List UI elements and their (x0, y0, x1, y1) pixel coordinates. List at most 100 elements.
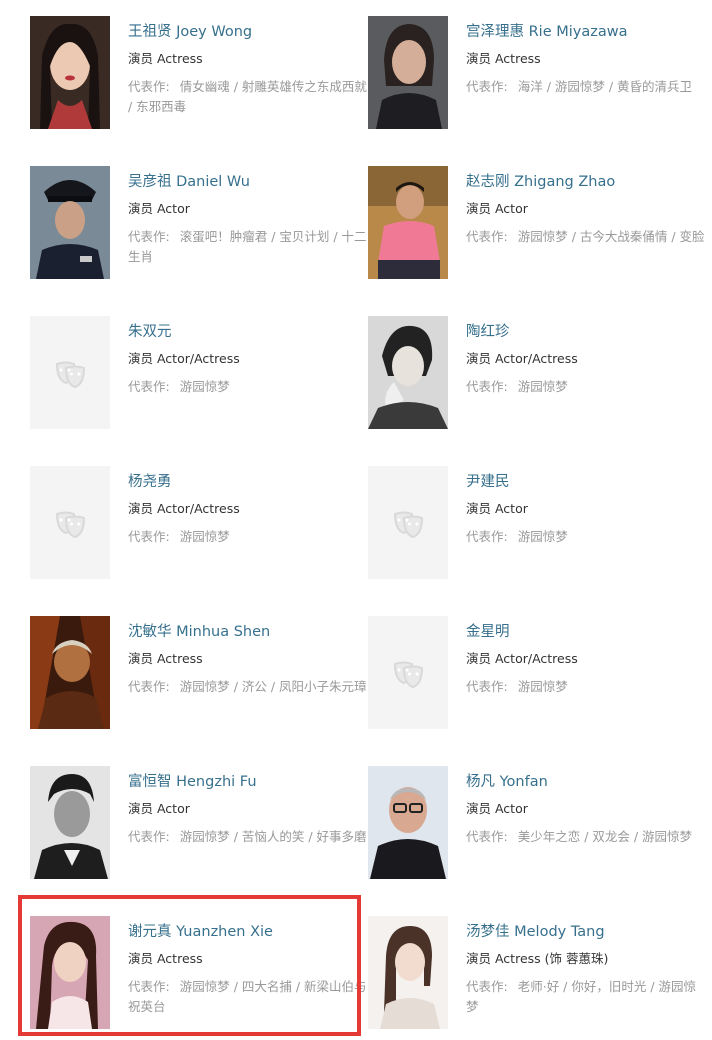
celebrity-works: 代表作: 游园惊梦 (466, 677, 706, 697)
celebrity-info: 杨尧勇 演员 Actor/Actress 代表作: 游园惊梦 (128, 472, 368, 547)
works-label: 代表作: (466, 229, 508, 244)
celebrity-info: 宫泽理惠 Rie Miyazawa 演员 Actress 代表作: 海洋 / 游园… (466, 22, 706, 97)
works-label: 代表作: (128, 229, 170, 244)
celebrity-name-link[interactable]: 杨凡 Yonfan (466, 772, 706, 792)
celebrity-card: 金星明 演员 Actor/Actress 代表作: 游园惊梦 (368, 616, 706, 732)
drama-mask-icon (30, 316, 110, 429)
celebrity-card: 富恒智 Hengzhi Fu 演员 Actor 代表作: 游园惊梦 / 苦恼人的笑… (30, 766, 368, 882)
actor-photo[interactable] (30, 766, 110, 879)
celebrity-info: 吴彦祖 Daniel Wu 演员 Actor 代表作: 滚蛋吧！肿瘤君 / 宝贝计… (128, 172, 368, 267)
celebrity-role: 演员 Actress (128, 651, 203, 666)
celebrity-name-link[interactable]: 王祖贤 Joey Wong (128, 22, 368, 42)
celebrity-name-link[interactable]: 富恒智 Hengzhi Fu (128, 772, 368, 792)
celebrity-name-link[interactable]: 杨尧勇 (128, 472, 368, 492)
celebrity-info: 王祖贤 Joey Wong 演员 Actress 代表作: 倩女幽魂 / 射雕英雄… (128, 22, 368, 117)
actor-photo[interactable] (368, 766, 448, 879)
celebrity-name-link[interactable]: 赵志刚 Zhigang Zhao (466, 172, 706, 192)
celebrity-works: 代表作: 游园惊梦 / 济公 / 凤阳小子朱元璋 (128, 677, 368, 697)
celebrity-name-link[interactable]: 尹建民 (466, 472, 706, 492)
celebrity-name-link[interactable]: 朱双元 (128, 322, 368, 342)
celebrity-info: 沈敏华 Minhua Shen 演员 Actress 代表作: 游园惊梦 / 济公… (128, 622, 368, 697)
celebrity-role: 演员 Actress (128, 51, 203, 66)
works-list: 美少年之恋 / 双龙会 / 游园惊梦 (517, 829, 693, 844)
celebrity-info: 金星明 演员 Actor/Actress 代表作: 游园惊梦 (466, 622, 706, 697)
works-label: 代表作: (466, 679, 508, 694)
works-list: 游园惊梦 (179, 529, 230, 544)
celebrity-role: 演员 Actress (466, 51, 541, 66)
celebrity-name-link[interactable]: 吴彦祖 Daniel Wu (128, 172, 368, 192)
actor-photo[interactable] (368, 16, 448, 129)
celebrity-info: 陶红珍 演员 Actor/Actress 代表作: 游园惊梦 (466, 322, 706, 397)
works-list: 游园惊梦 / 济公 / 凤阳小子朱元璋 (179, 679, 367, 694)
works-label: 代表作: (128, 529, 170, 544)
celebrity-card: 尹建民 演员 Actor 代表作: 游园惊梦 (368, 466, 706, 582)
works-label: 代表作: (128, 79, 170, 94)
celebrity-info: 杨凡 Yonfan 演员 Actor 代表作: 美少年之恋 / 双龙会 / 游园惊… (466, 772, 706, 847)
celebrity-name-link[interactable]: 谢元真 Yuanzhen Xie (128, 922, 368, 942)
drama-mask-icon (368, 616, 448, 729)
celebrity-role: 演员 Actor/Actress (128, 351, 240, 366)
celebrity-card: 朱双元 演员 Actor/Actress 代表作: 游园惊梦 (30, 316, 368, 432)
celebrity-works: 代表作: 游园惊梦 / 四大名捕 / 新梁山伯与祝英台 (128, 977, 368, 1017)
actor-photo[interactable] (30, 16, 110, 129)
celebrity-card: 沈敏华 Minhua Shen 演员 Actress 代表作: 游园惊梦 / 济公… (30, 616, 368, 732)
photo-placeholder[interactable] (368, 616, 448, 729)
celebrity-card: 杨凡 Yonfan 演员 Actor 代表作: 美少年之恋 / 双龙会 / 游园惊… (368, 766, 706, 882)
celebrity-works: 代表作: 滚蛋吧！肿瘤君 / 宝贝计划 / 十二生肖 (128, 227, 368, 267)
actor-photo[interactable] (368, 166, 448, 279)
drama-mask-icon (30, 466, 110, 579)
works-label: 代表作: (128, 379, 170, 394)
celebrity-role: 演员 Actor/Actress (466, 651, 578, 666)
works-label: 代表作: (466, 379, 508, 394)
actor-photo[interactable] (368, 316, 448, 429)
celebrity-name-link[interactable]: 金星明 (466, 622, 706, 642)
celebrity-card: 赵志刚 Zhigang Zhao 演员 Actor 代表作: 游园惊梦 / 古今大… (368, 166, 706, 282)
celebrity-role: 演员 Actor/Actress (128, 501, 240, 516)
celebrity-card: 谢元真 Yuanzhen Xie 演员 Actress 代表作: 游园惊梦 / 四… (30, 916, 368, 1032)
celebrity-info: 谢元真 Yuanzhen Xie 演员 Actress 代表作: 游园惊梦 / 四… (128, 922, 368, 1017)
celebrity-name-link[interactable]: 汤梦佳 Melody Tang (466, 922, 706, 942)
actor-photo[interactable] (30, 166, 110, 279)
celebrity-role: 演员 Actor (128, 201, 190, 216)
photo-placeholder[interactable] (30, 466, 110, 579)
celebrity-role: 演员 Actor (466, 501, 528, 516)
works-label: 代表作: (466, 979, 508, 994)
celebrity-name-link[interactable]: 陶红珍 (466, 322, 706, 342)
celebrity-name-link[interactable]: 沈敏华 Minhua Shen (128, 622, 368, 642)
celebrity-list: 王祖贤 Joey Wong 演员 Actress 代表作: 倩女幽魂 / 射雕英雄… (0, 0, 712, 1040)
drama-mask-icon (368, 466, 448, 579)
works-label: 代表作: (466, 529, 508, 544)
celebrity-role: 演员 Actress (饰 蓉蕙珠) (466, 951, 609, 966)
celebrity-works: 代表作: 游园惊梦 (466, 527, 706, 547)
celebrity-works: 代表作: 倩女幽魂 / 射雕英雄传之东成西就 / 东邪西毒 (128, 77, 368, 117)
celebrity-role: 演员 Actor/Actress (466, 351, 578, 366)
celebrity-card: 汤梦佳 Melody Tang 演员 Actress (饰 蓉蕙珠) 代表作: 老… (368, 916, 706, 1032)
works-label: 代表作: (466, 829, 508, 844)
works-label: 代表作: (128, 829, 170, 844)
works-list: 海洋 / 游园惊梦 / 黄昏的清兵卫 (517, 79, 693, 94)
celebrity-role: 演员 Actor (466, 201, 528, 216)
celebrity-works: 代表作: 美少年之恋 / 双龙会 / 游园惊梦 (466, 827, 706, 847)
actor-photo[interactable] (30, 616, 110, 729)
actor-photo[interactable] (368, 916, 448, 1029)
photo-placeholder[interactable] (30, 316, 110, 429)
celebrity-works: 代表作: 游园惊梦 / 苦恼人的笑 / 好事多磨 (128, 827, 368, 847)
celebrity-card: 吴彦祖 Daniel Wu 演员 Actor 代表作: 滚蛋吧！肿瘤君 / 宝贝计… (30, 166, 368, 282)
celebrity-works: 代表作: 游园惊梦 (128, 527, 368, 547)
photo-placeholder[interactable] (368, 466, 448, 579)
celebrity-name-link[interactable]: 宫泽理惠 Rie Miyazawa (466, 22, 706, 42)
celebrity-info: 富恒智 Hengzhi Fu 演员 Actor 代表作: 游园惊梦 / 苦恼人的笑… (128, 772, 368, 847)
actor-photo[interactable] (30, 916, 110, 1029)
celebrity-works: 代表作: 游园惊梦 (128, 377, 368, 397)
celebrity-info: 朱双元 演员 Actor/Actress 代表作: 游园惊梦 (128, 322, 368, 397)
works-label: 代表作: (128, 979, 170, 994)
works-list: 游园惊梦 (179, 379, 230, 394)
works-label: 代表作: (466, 79, 508, 94)
celebrity-works: 代表作: 海洋 / 游园惊梦 / 黄昏的清兵卫 (466, 77, 706, 97)
works-list: 游园惊梦 / 苦恼人的笑 / 好事多磨 (179, 829, 367, 844)
celebrity-info: 汤梦佳 Melody Tang 演员 Actress (饰 蓉蕙珠) 代表作: 老… (466, 922, 706, 1017)
works-list: 游园惊梦 / 古今大战秦俑情 / 变脸 (517, 229, 705, 244)
celebrity-card: 王祖贤 Joey Wong 演员 Actress 代表作: 倩女幽魂 / 射雕英雄… (30, 16, 368, 132)
celebrity-works: 代表作: 老师·好 / 你好，旧时光 / 游园惊梦 (466, 977, 706, 1017)
celebrity-works: 代表作: 游园惊梦 / 古今大战秦俑情 / 变脸 (466, 227, 706, 247)
